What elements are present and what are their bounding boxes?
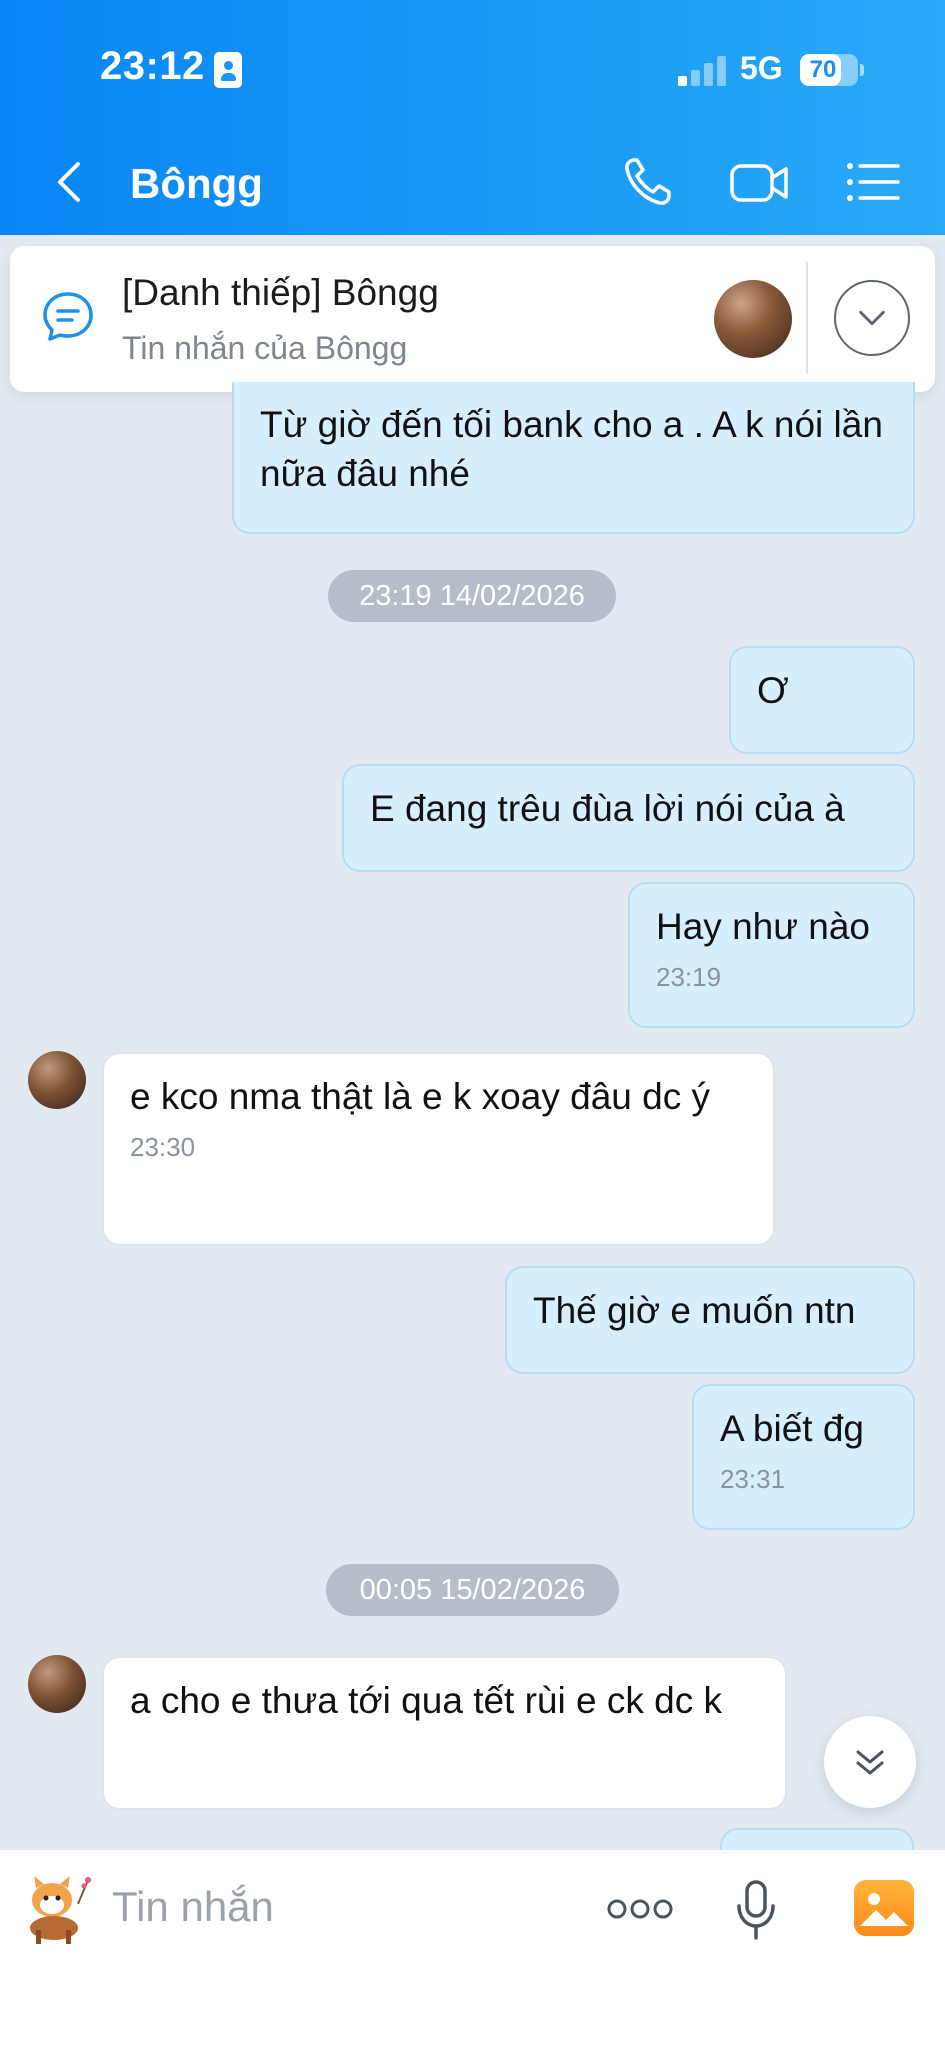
chat-header: 23:12 5G 70 Bôngg: [0, 0, 945, 235]
pinned-subtitle: Tin nhắn của Bôngg: [122, 330, 408, 366]
composer-bar: [0, 1850, 945, 2048]
battery-level: 70: [809, 56, 837, 83]
battery-nub: [860, 64, 864, 76]
battery-icon: 70: [800, 54, 858, 86]
message-text: Từ giờ đến tối bank cho a . A k nói lần …: [260, 404, 883, 494]
sticker-icon[interactable]: [14, 1870, 96, 1950]
message-bubble-outgoing[interactable]: Từ giờ đến tối bank cho a . A k nói lần …: [232, 382, 915, 534]
video-call-icon[interactable]: [728, 152, 792, 212]
message-text: Ơ: [757, 670, 789, 711]
message-text: a cho e thưa tới qua tết rùi e ck dc k: [130, 1680, 722, 1721]
contact-card-icon: [214, 52, 242, 88]
back-arrow-icon[interactable]: [50, 160, 94, 204]
message-time: 23:19: [656, 962, 722, 992]
date-separator: 23:19 14/02/2026: [328, 570, 616, 622]
message-bubble-outgoing[interactable]: E đang trêu đùa lời nói của à: [342, 764, 915, 872]
message-bubble-incoming[interactable]: a cho e thưa tới qua tết rùi e ck dc k: [102, 1656, 787, 1810]
message-bubble-outgoing[interactable]: A biết đg 23:31: [692, 1384, 915, 1530]
message-text: E đang trêu đùa lời nói của à: [370, 788, 845, 829]
contact-name[interactable]: Bôngg: [130, 160, 263, 208]
message-bubble-outgoing[interactable]: Thế giờ e muốn ntn: [505, 1266, 915, 1374]
message-time: 23:30: [130, 1132, 196, 1162]
message-bubble-outgoing[interactable]: Ơ: [729, 646, 915, 754]
pinned-message-card[interactable]: [Danh thiếp] Bôngg Tin nhắn của Bôngg: [10, 246, 935, 392]
message-text: Hay như nào: [656, 906, 871, 947]
message-text: A biết đg: [720, 1408, 865, 1449]
pinned-title: [Danh thiếp] Bôngg: [122, 272, 439, 313]
message-text: e kco nma thật là e k xoay đâu dc ý: [130, 1076, 710, 1117]
chat-bubble-icon: [43, 292, 93, 341]
pinned-divider: [806, 262, 808, 374]
status-time: 23:12: [100, 44, 205, 88]
signal-icon: [678, 54, 728, 86]
message-time: 23:31: [720, 1464, 786, 1494]
phone-icon[interactable]: [618, 152, 682, 212]
image-gallery-icon[interactable]: [854, 1880, 914, 1936]
message-bubble-outgoing[interactable]: Hay như nào 23:19: [628, 882, 915, 1028]
message-bubble-incoming[interactable]: e kco nma thật là e k xoay đâu dc ý 23:3…: [102, 1052, 775, 1246]
contact-avatar[interactable]: [28, 1051, 86, 1109]
microphone-icon[interactable]: [732, 1878, 780, 1942]
scroll-down-button[interactable]: [824, 1716, 916, 1808]
message-input[interactable]: [112, 1872, 572, 1942]
more-options-icon[interactable]: [606, 1896, 674, 1922]
contact-avatar[interactable]: [28, 1655, 86, 1713]
network-label: 5G: [740, 50, 783, 86]
message-text: Thế giờ e muốn ntn: [533, 1290, 856, 1331]
date-separator: 00:05 15/02/2026: [326, 1564, 619, 1616]
chevron-down-icon[interactable]: [834, 280, 910, 356]
pinned-avatar: [714, 280, 792, 358]
menu-list-icon[interactable]: [842, 152, 906, 212]
